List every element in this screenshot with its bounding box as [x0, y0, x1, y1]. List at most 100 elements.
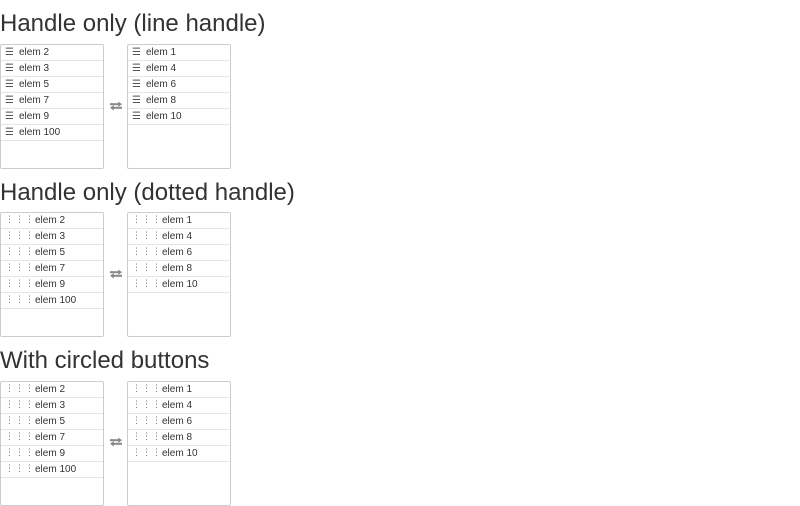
drag-handle-lines-icon[interactable]: ☰: [132, 61, 142, 76]
list-item-label: elem 3: [35, 231, 66, 242]
list-item[interactable]: ⋮⋮⋮ elem 100: [1, 462, 103, 478]
drag-handle-dots-icon[interactable]: ⋮⋮⋮: [5, 430, 34, 445]
drag-handle-dots-icon[interactable]: ⋮⋮⋮: [132, 398, 161, 413]
list-item-label: elem 7: [19, 95, 50, 106]
drag-handle-dots-icon[interactable]: ⋮⋮⋮: [132, 213, 161, 228]
section-line-handle: Handle only (line handle) ☰ elem 2 ☰ elem 3…: [0, 9, 800, 171]
list-item-label: elem 4: [146, 63, 177, 74]
list-item[interactable]: ⋮⋮⋮ elem 100: [1, 293, 103, 309]
list-item[interactable]: ☰ elem 100: [1, 125, 103, 141]
drag-handle-dots-icon[interactable]: ⋮⋮⋮: [5, 462, 34, 477]
list-item-label: elem 5: [35, 247, 66, 258]
drag-handle-dots-icon[interactable]: ⋮⋮⋮: [132, 414, 161, 429]
list-item[interactable]: ⋮⋮⋮ elem 9: [1, 446, 103, 462]
list-item[interactable]: ☰ elem 10: [128, 109, 230, 125]
left-sortable-list[interactable]: ☰ elem 2 ☰ elem 3 ☰ elem 5 ☰ elem 7 ☰ elem 9 ☰ elem…: [0, 44, 104, 169]
swap-arrows-icon[interactable]: [108, 267, 124, 281]
list-item[interactable]: ⋮⋮⋮ elem 1: [128, 382, 230, 398]
list-item[interactable]: ⋮⋮⋮ elem 7: [1, 261, 103, 277]
list-item[interactable]: ⋮⋮⋮ elem 8: [128, 261, 230, 277]
drag-handle-lines-icon[interactable]: ☰: [132, 77, 142, 92]
right-sortable-list[interactable]: ☰ elem 1 ☰ elem 4 ☰ elem 6 ☰ elem 8 ☰ elem 10: [127, 44, 231, 169]
drag-handle-dots-icon[interactable]: ⋮⋮⋮: [132, 382, 161, 397]
drag-handle-dots-icon[interactable]: ⋮⋮⋮: [5, 277, 34, 292]
drag-handle-lines-icon[interactable]: ☰: [132, 109, 142, 124]
drag-handle-lines-icon[interactable]: ☰: [5, 45, 15, 60]
list-item[interactable]: ☰ elem 3: [1, 61, 103, 77]
list-item[interactable]: ⋮⋮⋮ elem 4: [128, 398, 230, 414]
list-item-label: elem 10: [146, 111, 182, 122]
swap-arrows-icon[interactable]: [108, 99, 124, 113]
right-sortable-list[interactable]: ⋮⋮⋮ elem 1 ⋮⋮⋮ elem 4 ⋮⋮⋮ elem 6 ⋮⋮⋮ elem 8 ⋮⋮⋮ e…: [127, 212, 231, 337]
list-item[interactable]: ⋮⋮⋮ elem 6: [128, 245, 230, 261]
drag-handle-lines-icon[interactable]: ☰: [5, 125, 15, 140]
list-item-label: elem 100: [35, 295, 77, 306]
drag-handle-dots-icon[interactable]: ⋮⋮⋮: [132, 261, 161, 276]
section-title: Handle only (line handle): [0, 10, 266, 37]
list-item[interactable]: ☰ elem 7: [1, 93, 103, 109]
list-item[interactable]: ☰ elem 9: [1, 109, 103, 125]
list-item[interactable]: ☰ elem 2: [1, 45, 103, 61]
list-item-label: elem 7: [35, 432, 66, 443]
list-item[interactable]: ⋮⋮⋮ elem 10: [128, 277, 230, 293]
section-circled-buttons: With circled buttons ⋮⋮⋮ elem 2 ⋮⋮⋮ elem 3 ⋮…: [0, 346, 800, 506]
list-item-label: elem 9: [19, 111, 50, 122]
list-item[interactable]: ⋮⋮⋮ elem 10: [128, 446, 230, 462]
list-item-label: elem 9: [35, 448, 66, 459]
section-title: Handle only (dotted handle): [0, 179, 295, 206]
list-item[interactable]: ⋮⋮⋮ elem 8: [128, 430, 230, 446]
list-item[interactable]: ⋮⋮⋮ elem 9: [1, 277, 103, 293]
drag-handle-dots-icon[interactable]: ⋮⋮⋮: [132, 245, 161, 260]
list-item-label: elem 6: [146, 79, 177, 90]
drag-handle-dots-icon[interactable]: ⋮⋮⋮: [5, 293, 34, 308]
swap-arrows-icon[interactable]: [108, 435, 124, 449]
drag-handle-lines-icon[interactable]: ☰: [5, 109, 15, 124]
drag-handle-dots-icon[interactable]: ⋮⋮⋮: [5, 245, 34, 260]
list-item[interactable]: ⋮⋮⋮ elem 7: [1, 430, 103, 446]
right-sortable-list[interactable]: ⋮⋮⋮ elem 1 ⋮⋮⋮ elem 4 ⋮⋮⋮ elem 6 ⋮⋮⋮ elem 8 ⋮⋮⋮ e…: [127, 381, 231, 506]
drag-handle-lines-icon[interactable]: ☰: [5, 77, 15, 92]
drag-handle-lines-icon[interactable]: ☰: [5, 93, 15, 108]
left-sortable-list[interactable]: ⋮⋮⋮ elem 2 ⋮⋮⋮ elem 3 ⋮⋮⋮ elem 5 ⋮⋮⋮ elem 7 ⋮⋮⋮ e…: [0, 212, 104, 337]
drag-handle-dots-icon[interactable]: ⋮⋮⋮: [5, 398, 34, 413]
section-dotted-handle: Handle only (dotted handle) ⋮⋮⋮ elem 2 ⋮⋮⋮…: [0, 178, 800, 340]
list-item[interactable]: ⋮⋮⋮ elem 3: [1, 398, 103, 414]
drag-handle-dots-icon[interactable]: ⋮⋮⋮: [5, 382, 34, 397]
list-item[interactable]: ☰ elem 5: [1, 77, 103, 93]
list-item-label: elem 9: [35, 279, 66, 290]
list-item-label: elem 2: [19, 47, 50, 58]
list-item[interactable]: ⋮⋮⋮ elem 5: [1, 414, 103, 430]
list-item-label: elem 10: [162, 448, 198, 459]
list-item-label: elem 8: [162, 432, 193, 443]
list-item[interactable]: ⋮⋮⋮ elem 5: [1, 245, 103, 261]
drag-handle-dots-icon[interactable]: ⋮⋮⋮: [132, 446, 161, 461]
list-item-label: elem 6: [162, 247, 193, 258]
drag-handle-lines-icon[interactable]: ☰: [5, 61, 15, 76]
list-item-label: elem 8: [162, 263, 193, 274]
drag-handle-dots-icon[interactable]: ⋮⋮⋮: [132, 229, 161, 244]
list-item-label: elem 10: [162, 279, 198, 290]
drag-handle-lines-icon[interactable]: ☰: [132, 45, 142, 60]
drag-handle-dots-icon[interactable]: ⋮⋮⋮: [5, 213, 34, 228]
drag-handle-lines-icon[interactable]: ☰: [132, 93, 142, 108]
list-item[interactable]: ⋮⋮⋮ elem 4: [128, 229, 230, 245]
list-item[interactable]: ☰ elem 8: [128, 93, 230, 109]
list-item[interactable]: ☰ elem 1: [128, 45, 230, 61]
drag-handle-dots-icon[interactable]: ⋮⋮⋮: [5, 261, 34, 276]
list-item[interactable]: ⋮⋮⋮ elem 1: [128, 213, 230, 229]
left-sortable-list[interactable]: ⋮⋮⋮ elem 2 ⋮⋮⋮ elem 3 ⋮⋮⋮ elem 5 ⋮⋮⋮ elem 7 ⋮⋮⋮ e…: [0, 381, 104, 506]
drag-handle-dots-icon[interactable]: ⋮⋮⋮: [5, 229, 34, 244]
list-item[interactable]: ☰ elem 4: [128, 61, 230, 77]
drag-handle-dots-icon[interactable]: ⋮⋮⋮: [5, 414, 34, 429]
drag-handle-dots-icon[interactable]: ⋮⋮⋮: [132, 277, 161, 292]
section-title: With circled buttons: [0, 347, 210, 374]
list-item[interactable]: ⋮⋮⋮ elem 3: [1, 229, 103, 245]
list-item-label: elem 4: [162, 231, 193, 242]
drag-handle-dots-icon[interactable]: ⋮⋮⋮: [132, 430, 161, 445]
list-item[interactable]: ⋮⋮⋮ elem 2: [1, 382, 103, 398]
list-item[interactable]: ⋮⋮⋮ elem 6: [128, 414, 230, 430]
list-item[interactable]: ⋮⋮⋮ elem 2: [1, 213, 103, 229]
list-item[interactable]: ☰ elem 6: [128, 77, 230, 93]
drag-handle-dots-icon[interactable]: ⋮⋮⋮: [5, 446, 34, 461]
list-item-label: elem 3: [19, 63, 50, 74]
